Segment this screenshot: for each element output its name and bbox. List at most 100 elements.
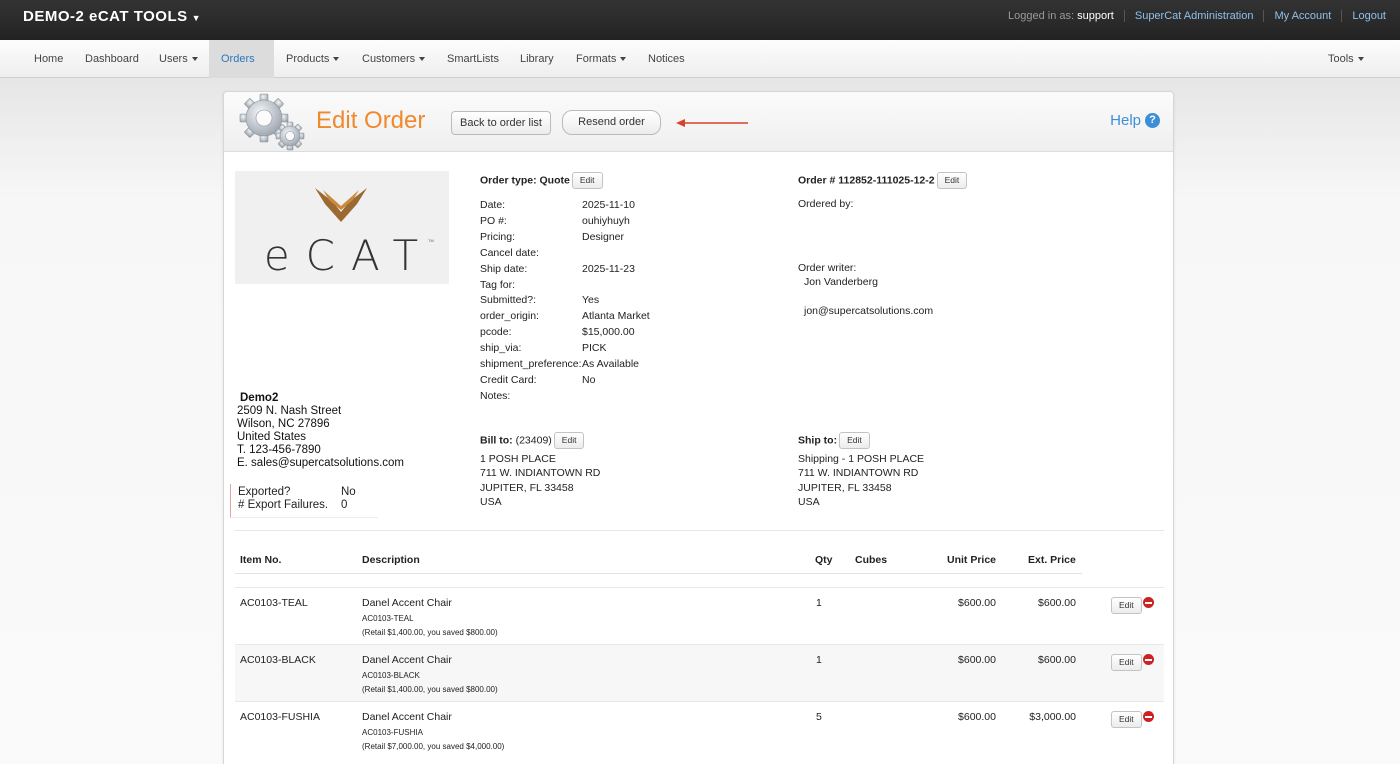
order-number-label: Order # 112852-111025-12-2 bbox=[798, 174, 935, 187]
remove-icon[interactable] bbox=[1143, 654, 1154, 665]
detail-row: pcode: $15,000.00 bbox=[480, 325, 650, 341]
nav-home[interactable]: Home bbox=[22, 40, 75, 78]
ecat-wing-logo-icon bbox=[315, 188, 367, 222]
logo-wordmark: eCAT bbox=[263, 231, 435, 280]
detail-value: PICK bbox=[582, 342, 607, 355]
table-row: AC0103-BLACK Danel Accent Chair AC0103-B… bbox=[235, 644, 1164, 701]
chevron-down-icon: ▼ bbox=[191, 13, 202, 23]
col-unit-price: Unit Price bbox=[947, 554, 997, 566]
detail-label: PO #: bbox=[480, 214, 507, 227]
ordered-by-label: Ordered by: bbox=[798, 198, 854, 210]
nav-orders-label: Orders bbox=[221, 53, 255, 65]
table-row: AC0103-FUSHIA Danel Accent Chair AC0103-… bbox=[235, 701, 1164, 758]
back-to-order-list-button[interactable]: Back to order list bbox=[451, 111, 551, 135]
nav-library[interactable]: Library bbox=[508, 40, 566, 78]
nav-products-label: Products bbox=[286, 53, 330, 65]
detail-value: Yes bbox=[582, 294, 600, 307]
logo-trademark: TM bbox=[428, 238, 434, 243]
logged-in-prefix: Logged in as: bbox=[1008, 10, 1075, 22]
order-writer-email: jon@supercatsolutions.com bbox=[804, 305, 934, 317]
detail-label: Ship date: bbox=[480, 262, 528, 275]
my-account-link[interactable]: My Account bbox=[1263, 10, 1341, 22]
detail-value: Designer bbox=[582, 230, 625, 243]
item-no: AC0103-TEAL bbox=[240, 597, 308, 609]
export-failures-label: # Export Failures. bbox=[238, 499, 329, 511]
nav-formats-label: Formats bbox=[576, 53, 617, 65]
detail-row: Cancel date: bbox=[480, 246, 650, 262]
remove-icon[interactable] bbox=[1143, 597, 1154, 608]
ship-to-line4: USA bbox=[798, 495, 820, 508]
detail-label: pcode: bbox=[480, 326, 512, 339]
col-description: Description bbox=[362, 554, 420, 566]
item-retail: (Retail $1,400.00, you saved $800.00) bbox=[362, 628, 498, 637]
col-qty: Qty bbox=[815, 554, 833, 566]
help-label: Help bbox=[1110, 112, 1141, 129]
company-email: E. sales@supercatsolutions.com bbox=[237, 457, 404, 469]
bill-to-line3: JUPITER, FL 33458 bbox=[480, 481, 574, 494]
edit-line-item-button[interactable]: Edit bbox=[1111, 597, 1142, 614]
table-row: AC0103-TEAL Danel Accent Chair AC0103-TE… bbox=[235, 587, 1164, 644]
edit-line-item-button[interactable]: Edit bbox=[1111, 711, 1142, 728]
detail-row: Notes: bbox=[480, 389, 650, 405]
main-nav: Home Dashboard Users Orders Products Cus… bbox=[0, 40, 1400, 100]
detail-label: order_origin: bbox=[480, 310, 539, 323]
edit-line-item-button[interactable]: Edit bbox=[1111, 654, 1142, 671]
nav-notices[interactable]: Notices bbox=[636, 40, 697, 78]
edit-order-panel: Edit Order Back to order list Resend ord… bbox=[223, 91, 1174, 764]
app-title: DEMO-2 eCAT TOOLS bbox=[23, 8, 188, 25]
item-ext-price: $600.00 bbox=[1038, 654, 1076, 666]
exported-label: Exported? bbox=[238, 486, 291, 498]
company-country: United States bbox=[237, 431, 307, 443]
bill-to-line1: 1 POSH PLACE bbox=[480, 453, 556, 465]
bill-to-label: Bill to: bbox=[480, 434, 513, 447]
nav-users-label: Users bbox=[159, 53, 188, 65]
gears-icon bbox=[239, 93, 305, 151]
item-ext-price: $3,000.00 bbox=[1029, 711, 1076, 723]
top-bar: DEMO-2 eCAT TOOLS ▼ Logged in as: support… bbox=[0, 0, 1400, 40]
nav-dashboard[interactable]: Dashboard bbox=[73, 40, 151, 78]
detail-row: Submitted?: Yes bbox=[480, 293, 650, 309]
question-icon: ? bbox=[1145, 113, 1160, 128]
nav-orders[interactable]: Orders bbox=[209, 40, 274, 100]
edit-order-type-button[interactable]: Edit bbox=[571, 172, 603, 189]
divider bbox=[235, 530, 1164, 531]
order-type-label: Order type: Quote bbox=[480, 174, 570, 187]
order-writer-label: Order writer: bbox=[798, 262, 857, 274]
detail-row: PO #: ouhiyhuyh bbox=[480, 214, 650, 230]
item-name: Danel Accent Chair bbox=[362, 597, 452, 609]
col-ext-price: Ext. Price bbox=[1028, 554, 1076, 566]
item-no: AC0103-BLACK bbox=[240, 654, 316, 666]
bill-to-account: (23409) bbox=[515, 434, 552, 447]
detail-row: shipment_preference: As Available bbox=[480, 357, 650, 373]
nav-products[interactable]: Products bbox=[274, 40, 351, 78]
item-description: Danel Accent Chair AC0103-TEAL (Retail $… bbox=[362, 597, 498, 640]
detail-value: No bbox=[582, 373, 596, 386]
supercat-admin-link[interactable]: SuperCat Administration bbox=[1123, 10, 1264, 22]
nav-tools-label: Tools bbox=[1328, 53, 1354, 65]
nav-users[interactable]: Users bbox=[147, 40, 210, 78]
caret-down-icon bbox=[1357, 57, 1364, 62]
resend-order-button[interactable]: Resend order bbox=[562, 110, 661, 135]
nav-smartlists[interactable]: SmartLists bbox=[435, 40, 511, 78]
nav-tools[interactable]: Tools bbox=[1316, 40, 1376, 78]
detail-row: order_origin: Atlanta Market bbox=[480, 309, 650, 325]
nav-formats[interactable]: Formats bbox=[564, 40, 638, 78]
item-ext-price: $600.00 bbox=[1038, 597, 1076, 609]
caret-down-icon bbox=[333, 57, 340, 62]
item-retail: (Retail $7,000.00, you saved $4,000.00) bbox=[362, 742, 505, 751]
remove-icon[interactable] bbox=[1143, 711, 1154, 722]
help-link[interactable]: Help? bbox=[1110, 112, 1160, 129]
col-cubes: Cubes bbox=[855, 554, 888, 566]
edit-order-number-button[interactable]: Edit bbox=[936, 172, 968, 189]
app-title-menu[interactable]: DEMO-2 eCAT TOOLS ▼ bbox=[23, 8, 201, 25]
item-sku: AC0103-BLACK bbox=[362, 671, 420, 680]
logout-link[interactable]: Logout bbox=[1341, 10, 1400, 22]
panel-header: Edit Order Back to order list Resend ord… bbox=[224, 92, 1173, 152]
nav-customers[interactable]: Customers bbox=[350, 40, 437, 78]
edit-ship-to-button[interactable]: Edit bbox=[839, 432, 870, 449]
caret-down-icon bbox=[419, 57, 426, 62]
edit-bill-to-button[interactable]: Edit bbox=[553, 432, 585, 449]
export-status: Exported? No # Export Failures. 0 bbox=[230, 484, 378, 518]
bill-to-line2: 711 W. INDIANTOWN RD bbox=[480, 467, 601, 480]
ship-to-line2: 711 W. INDIANTOWN RD bbox=[798, 467, 919, 480]
